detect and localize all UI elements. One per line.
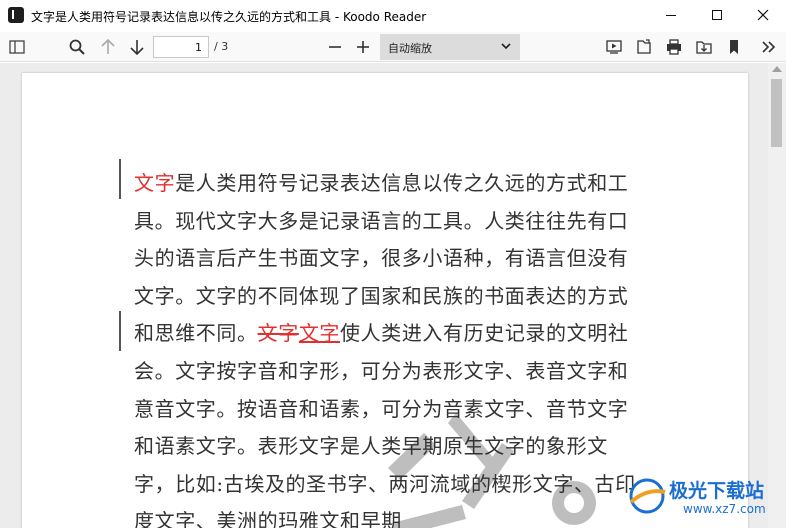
text-segment: 使人类进入有历史记录的文明社会。文字按字音和字形，可分为表形文字、表音文字和意音… [134, 321, 636, 528]
title-bar: 文字是人类用符号记录表达信息以传之久远的方式和工具 - Koodo Reader [0, 0, 786, 32]
more-chevron-icon [762, 41, 776, 53]
print-icon [667, 39, 681, 55]
minimize-icon [666, 14, 676, 16]
page-number-input[interactable] [153, 36, 209, 58]
highlighted-text[interactable]: 文字 [258, 321, 299, 345]
chevron-down-icon [501, 43, 511, 50]
maximize-icon [712, 10, 722, 20]
scrollbar-thumb[interactable] [771, 79, 782, 147]
annotation-marker[interactable] [119, 159, 121, 199]
download-icon [696, 41, 712, 54]
sidebar-toggle-button[interactable] [6, 36, 28, 58]
zoom-out-button[interactable] [324, 36, 346, 58]
presentation-icon [606, 40, 622, 54]
window-title: 文字是人类用符号记录表达信息以传之久远的方式和工具 - Koodo Reader [31, 10, 427, 24]
page-total-label: / 3 [214, 40, 229, 53]
zoom-in-button[interactable] [352, 36, 374, 58]
site-url: www.xz7.com [683, 502, 766, 516]
plus-icon [357, 41, 369, 53]
minimize-button[interactable] [648, 0, 694, 32]
arrow-down-icon [130, 40, 144, 56]
download-button[interactable] [693, 36, 715, 58]
presentation-button[interactable] [603, 36, 625, 58]
document-viewer[interactable]: 文字是人类用符号记录表达信息以传之久远的方式和工具。现代文字大多是记录语言的工具… [0, 63, 768, 528]
annotation-marker[interactable] [119, 311, 121, 351]
bookmark-icon [730, 40, 738, 54]
highlighted-text[interactable]: 文字 [299, 321, 340, 345]
highlighted-text[interactable]: 文字 [134, 171, 175, 195]
bookmark-button[interactable] [723, 36, 745, 58]
document-paragraph: 文字是人类用符号记录表达信息以传之久远的方式和工具。现代文字大多是记录语言的工具… [134, 165, 640, 528]
open-file-button[interactable] [633, 36, 655, 58]
search-icon [69, 39, 85, 55]
close-button[interactable] [740, 0, 786, 32]
previous-page-button[interactable] [97, 36, 119, 58]
site-name: 极光下载站 [669, 480, 765, 502]
next-page-button[interactable] [126, 36, 148, 58]
sidebar-toggle-icon [9, 40, 25, 54]
print-button[interactable] [663, 36, 685, 58]
site-logo-icon [629, 478, 666, 514]
koodo-reader-icon [8, 7, 24, 23]
open-file-icon [637, 39, 651, 54]
close-icon [757, 9, 769, 21]
zoom-select[interactable]: 自动缩放 [380, 34, 520, 60]
more-tools-button[interactable] [758, 36, 780, 58]
arrow-up-icon [101, 38, 115, 54]
minus-icon [329, 46, 341, 48]
text-segment: 是人类用符号记录表达信息以传之久远的方式和工具。现代文字大多是记录语言的工具。人… [134, 171, 629, 346]
site-watermark: 极光下载站 www.xz7.com [625, 470, 783, 526]
pdf-page[interactable]: 文字是人类用符号记录表达信息以传之久远的方式和工具。现代文字大多是记录语言的工具… [22, 73, 748, 528]
scroll-up-icon[interactable] [772, 66, 782, 72]
zoom-value: 自动缩放 [388, 42, 432, 55]
vertical-scrollbar[interactable] [768, 63, 786, 528]
search-button[interactable] [66, 36, 88, 58]
maximize-button[interactable] [694, 0, 740, 32]
